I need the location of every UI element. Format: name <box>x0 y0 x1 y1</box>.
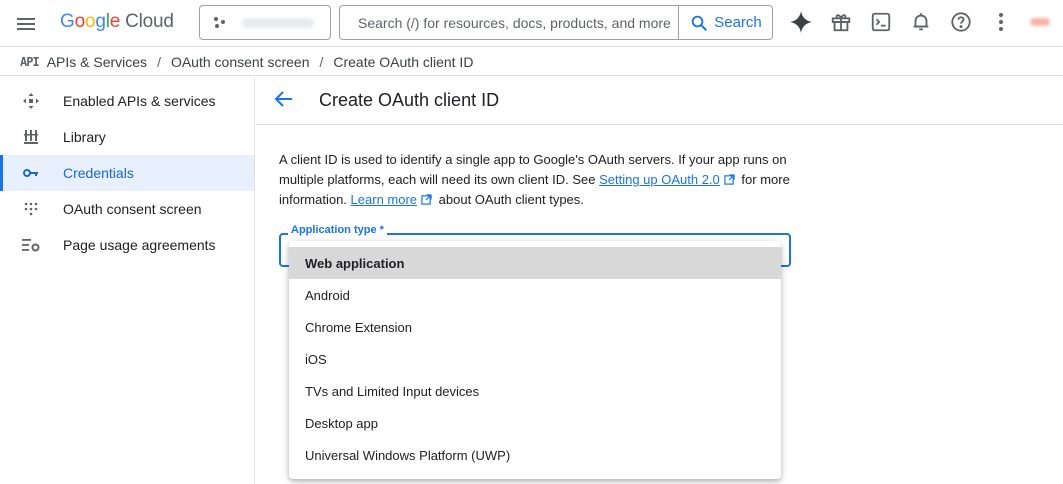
oauth-dots-icon <box>22 201 40 217</box>
api-icon: API <box>20 54 40 69</box>
application-type-dropdown: Web application Android Chrome Extension… <box>289 241 781 479</box>
project-picker[interactable] <box>199 5 331 40</box>
cloud-shell-icon[interactable] <box>868 9 894 35</box>
library-icon <box>22 129 40 145</box>
option-chrome-extension[interactable]: Chrome Extension <box>289 311 781 343</box>
project-icon <box>214 17 226 29</box>
sidebar-item-label: Library <box>63 129 106 145</box>
sidebar-item-label: Enabled APIs & services <box>63 93 216 109</box>
breadcrumb-separator: / <box>319 53 324 70</box>
top-bar: Google Cloud Search <box>0 0 1063 47</box>
sidebar-item-label: Page usage agreements <box>63 237 216 253</box>
search-button[interactable]: Search <box>678 6 773 39</box>
breadcrumb-apis-services[interactable]: APIs & Services <box>47 54 147 70</box>
more-vert-icon[interactable] <box>988 9 1014 35</box>
page-header: Create OAuth client ID <box>256 77 1063 125</box>
settings-list-icon <box>22 237 40 253</box>
menu-icon[interactable] <box>14 12 38 36</box>
api-services-icon <box>22 93 40 109</box>
sidebar-item-label: OAuth consent screen <box>63 201 202 217</box>
key-icon <box>22 165 40 181</box>
application-type-label: Application type * <box>288 224 387 236</box>
option-desktop-app[interactable]: Desktop app <box>289 407 781 439</box>
sidebar: Enabled APIs & services Library Credenti… <box>0 77 255 484</box>
page-title: Create OAuth client ID <box>319 90 500 110</box>
gift-icon[interactable] <box>828 9 854 35</box>
search-button-label: Search <box>714 14 762 31</box>
search-bar: Search <box>339 5 773 40</box>
external-link-icon <box>421 194 432 205</box>
external-link-icon <box>724 174 735 185</box>
breadcrumb: API APIs & Services / OAuth consent scre… <box>0 48 1063 76</box>
project-name-redacted <box>242 18 314 28</box>
breadcrumb-current: Create OAuth client ID <box>333 53 474 70</box>
notifications-bell-icon[interactable] <box>908 9 934 35</box>
sidebar-item-oauth-consent[interactable]: OAuth consent screen <box>0 191 254 227</box>
breadcrumb-separator: / <box>157 53 161 70</box>
back-arrow-icon[interactable] <box>272 87 296 111</box>
google-cloud-logo[interactable]: Google Cloud <box>60 11 174 33</box>
sidebar-item-page-usage[interactable]: Page usage agreements <box>0 227 254 263</box>
option-android[interactable]: Android <box>289 279 781 311</box>
setting-up-oauth-link[interactable]: Setting up OAuth 2.0 <box>599 172 720 187</box>
search-input[interactable] <box>340 6 678 39</box>
sidebar-item-enabled-apis[interactable]: Enabled APIs & services <box>0 83 254 119</box>
option-web-application[interactable]: Web application <box>289 247 781 279</box>
description-text: about OAuth client types. <box>435 192 584 207</box>
breadcrumb-oauth-consent[interactable]: OAuth consent screen <box>171 54 310 70</box>
learn-more-link[interactable]: Learn more <box>351 192 417 207</box>
option-uwp[interactable]: Universal Windows Platform (UWP) <box>289 439 781 471</box>
avatar[interactable] <box>1030 9 1063 35</box>
option-tvs-limited-input[interactable]: TVs and Limited Input devices <box>289 375 781 407</box>
sidebar-item-label: Credentials <box>63 165 134 181</box>
sidebar-item-credentials[interactable]: Credentials <box>0 155 254 191</box>
help-icon[interactable] <box>948 9 974 35</box>
search-icon <box>691 15 707 31</box>
sidebar-item-library[interactable]: Library <box>0 119 254 155</box>
description: A client ID is used to identify a single… <box>279 150 799 210</box>
option-ios[interactable]: iOS <box>289 343 781 375</box>
gemini-sparkle-icon[interactable] <box>788 9 814 35</box>
